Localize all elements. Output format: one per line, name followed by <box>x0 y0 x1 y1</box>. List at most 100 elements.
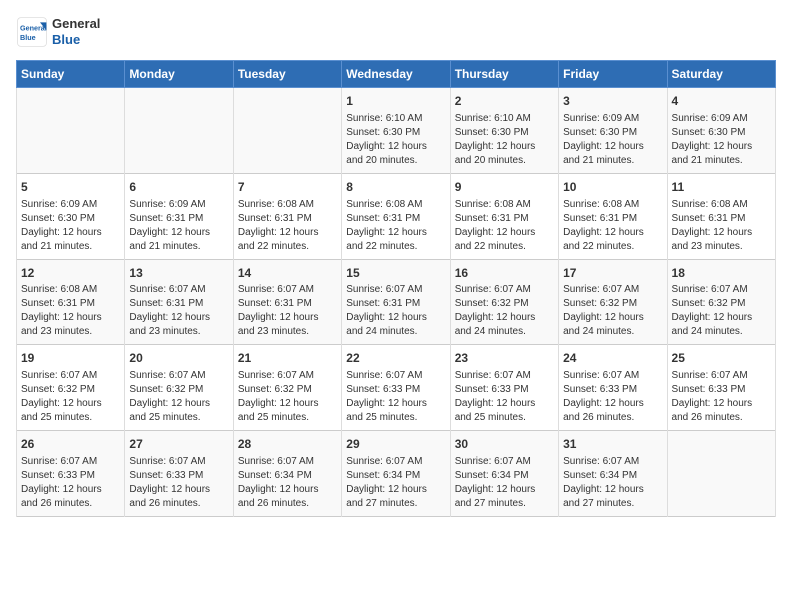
day-number: 28 <box>238 436 337 453</box>
day-info: Sunrise: 6:10 AM Sunset: 6:30 PM Dayligh… <box>455 112 554 168</box>
day-info: Sunrise: 6:07 AM Sunset: 6:32 PM Dayligh… <box>455 283 554 339</box>
day-number: 9 <box>455 179 554 196</box>
day-info: Sunrise: 6:08 AM Sunset: 6:31 PM Dayligh… <box>346 198 445 254</box>
calendar-cell: 2 Sunrise: 6:10 AM Sunset: 6:30 PM Daylig… <box>450 88 558 174</box>
day-info: Sunrise: 6:07 AM Sunset: 6:33 PM Dayligh… <box>455 369 554 425</box>
calendar-cell: 26 Sunrise: 6:07 AM Sunset: 6:33 PM Dayli… <box>17 431 125 517</box>
calendar-header: SundayMondayTuesdayWednesdayThursdayFrid… <box>17 61 776 88</box>
calendar-body: 1 Sunrise: 6:10 AM Sunset: 6:30 PM Daylig… <box>17 88 776 517</box>
day-info: Sunrise: 6:07 AM Sunset: 6:34 PM Dayligh… <box>563 455 662 511</box>
day-info: Sunrise: 6:08 AM Sunset: 6:31 PM Dayligh… <box>455 198 554 254</box>
calendar-cell <box>17 88 125 174</box>
day-number: 5 <box>21 179 120 196</box>
calendar-cell: 29Sunrise: 6:07 AM Sunset: 6:34 PM Dayli… <box>342 431 450 517</box>
calendar-cell: 27 Sunrise: 6:07 AM Sunset: 6:33 PM Dayli… <box>125 431 233 517</box>
weekday-header-sunday: Sunday <box>17 61 125 88</box>
day-info: Sunrise: 6:07 AM Sunset: 6:34 PM Dayligh… <box>238 455 337 511</box>
weekday-header-saturday: Saturday <box>667 61 775 88</box>
calendar-cell: 11 Sunrise: 6:08 AM Sunset: 6:31 PM Dayli… <box>667 173 775 259</box>
weekday-header-tuesday: Tuesday <box>233 61 341 88</box>
day-number: 17 <box>563 265 662 282</box>
calendar-cell: 16Sunrise: 6:07 AM Sunset: 6:32 PM Dayli… <box>450 259 558 345</box>
day-info: Sunrise: 6:07 AM Sunset: 6:32 PM Dayligh… <box>129 369 228 425</box>
day-info: Sunrise: 6:07 AM Sunset: 6:33 PM Dayligh… <box>563 369 662 425</box>
calendar-cell: 25Sunrise: 6:07 AM Sunset: 6:33 PM Dayli… <box>667 345 775 431</box>
day-number: 7 <box>238 179 337 196</box>
day-info: Sunrise: 6:07 AM Sunset: 6:34 PM Dayligh… <box>455 455 554 511</box>
calendar-week-2: 5Sunrise: 6:09 AM Sunset: 6:30 PM Daylig… <box>17 173 776 259</box>
calendar-cell: 7 Sunrise: 6:08 AM Sunset: 6:31 PM Daylig… <box>233 173 341 259</box>
day-info: Sunrise: 6:07 AM Sunset: 6:31 PM Dayligh… <box>129 283 228 339</box>
day-number: 16 <box>455 265 554 282</box>
day-info: Sunrise: 6:07 AM Sunset: 6:32 PM Dayligh… <box>672 283 771 339</box>
day-number: 4 <box>672 93 771 110</box>
weekday-header-thursday: Thursday <box>450 61 558 88</box>
weekday-header-monday: Monday <box>125 61 233 88</box>
day-info: Sunrise: 6:08 AM Sunset: 6:31 PM Dayligh… <box>238 198 337 254</box>
calendar-cell: 14Sunrise: 6:07 AM Sunset: 6:31 PM Dayli… <box>233 259 341 345</box>
day-number: 15 <box>346 265 445 282</box>
calendar-cell: 18Sunrise: 6:07 AM Sunset: 6:32 PM Dayli… <box>667 259 775 345</box>
calendar-cell: 4 Sunrise: 6:09 AM Sunset: 6:30 PM Daylig… <box>667 88 775 174</box>
day-number: 24 <box>563 350 662 367</box>
calendar-cell <box>125 88 233 174</box>
day-number: 20 <box>129 350 228 367</box>
calendar-cell: 1 Sunrise: 6:10 AM Sunset: 6:30 PM Daylig… <box>342 88 450 174</box>
calendar-cell <box>233 88 341 174</box>
calendar-cell: 21 Sunrise: 6:07 AM Sunset: 6:32 PM Dayli… <box>233 345 341 431</box>
page-header: General Blue General Blue <box>16 16 776 48</box>
svg-text:Blue: Blue <box>20 33 36 42</box>
day-number: 2 <box>455 93 554 110</box>
calendar-cell: 30 Sunrise: 6:07 AM Sunset: 6:34 PM Dayli… <box>450 431 558 517</box>
day-number: 6 <box>129 179 228 196</box>
day-info: Sunrise: 6:08 AM Sunset: 6:31 PM Dayligh… <box>672 198 771 254</box>
weekday-row: SundayMondayTuesdayWednesdayThursdayFrid… <box>17 61 776 88</box>
day-info: Sunrise: 6:07 AM Sunset: 6:32 PM Dayligh… <box>238 369 337 425</box>
calendar-week-1: 1 Sunrise: 6:10 AM Sunset: 6:30 PM Daylig… <box>17 88 776 174</box>
day-info: Sunrise: 6:08 AM Sunset: 6:31 PM Dayligh… <box>563 198 662 254</box>
day-info: Sunrise: 6:10 AM Sunset: 6:30 PM Dayligh… <box>346 112 445 168</box>
calendar-cell: 12Sunrise: 6:08 AM Sunset: 6:31 PM Dayli… <box>17 259 125 345</box>
day-number: 27 <box>129 436 228 453</box>
day-number: 22 <box>346 350 445 367</box>
day-info: Sunrise: 6:09 AM Sunset: 6:31 PM Dayligh… <box>129 198 228 254</box>
day-info: Sunrise: 6:08 AM Sunset: 6:31 PM Dayligh… <box>21 283 120 339</box>
day-number: 30 <box>455 436 554 453</box>
day-number: 29 <box>346 436 445 453</box>
day-number: 18 <box>672 265 771 282</box>
calendar-week-4: 19 Sunrise: 6:07 AM Sunset: 6:32 PM Dayli… <box>17 345 776 431</box>
calendar-cell: 8Sunrise: 6:08 AM Sunset: 6:31 PM Daylig… <box>342 173 450 259</box>
calendar-cell: 9 Sunrise: 6:08 AM Sunset: 6:31 PM Daylig… <box>450 173 558 259</box>
day-info: Sunrise: 6:09 AM Sunset: 6:30 PM Dayligh… <box>563 112 662 168</box>
calendar-cell: 20 Sunrise: 6:07 AM Sunset: 6:32 PM Dayli… <box>125 345 233 431</box>
calendar-cell <box>667 431 775 517</box>
day-number: 12 <box>21 265 120 282</box>
weekday-header-friday: Friday <box>559 61 667 88</box>
calendar-cell: 28 Sunrise: 6:07 AM Sunset: 6:34 PM Dayli… <box>233 431 341 517</box>
day-info: Sunrise: 6:09 AM Sunset: 6:30 PM Dayligh… <box>672 112 771 168</box>
calendar-cell: 15Sunrise: 6:07 AM Sunset: 6:31 PM Dayli… <box>342 259 450 345</box>
calendar-cell: 19 Sunrise: 6:07 AM Sunset: 6:32 PM Dayli… <box>17 345 125 431</box>
day-info: Sunrise: 6:07 AM Sunset: 6:33 PM Dayligh… <box>129 455 228 511</box>
day-info: Sunrise: 6:07 AM Sunset: 6:31 PM Dayligh… <box>346 283 445 339</box>
calendar-cell: 10 Sunrise: 6:08 AM Sunset: 6:31 PM Dayli… <box>559 173 667 259</box>
day-number: 26 <box>21 436 120 453</box>
day-number: 23 <box>455 350 554 367</box>
logo-icon: General Blue <box>16 16 48 48</box>
calendar-cell: 17Sunrise: 6:07 AM Sunset: 6:32 PM Dayli… <box>559 259 667 345</box>
calendar-cell: 31 Sunrise: 6:07 AM Sunset: 6:34 PM Dayli… <box>559 431 667 517</box>
day-info: Sunrise: 6:07 AM Sunset: 6:33 PM Dayligh… <box>21 455 120 511</box>
day-number: 25 <box>672 350 771 367</box>
day-number: 21 <box>238 350 337 367</box>
day-number: 10 <box>563 179 662 196</box>
day-number: 3 <box>563 93 662 110</box>
day-number: 1 <box>346 93 445 110</box>
calendar-cell: 22Sunrise: 6:07 AM Sunset: 6:33 PM Dayli… <box>342 345 450 431</box>
day-number: 31 <box>563 436 662 453</box>
day-info: Sunrise: 6:07 AM Sunset: 6:31 PM Dayligh… <box>238 283 337 339</box>
day-number: 11 <box>672 179 771 196</box>
day-number: 13 <box>129 265 228 282</box>
day-number: 19 <box>21 350 120 367</box>
calendar-cell: 6 Sunrise: 6:09 AM Sunset: 6:31 PM Daylig… <box>125 173 233 259</box>
day-info: Sunrise: 6:07 AM Sunset: 6:32 PM Dayligh… <box>21 369 120 425</box>
